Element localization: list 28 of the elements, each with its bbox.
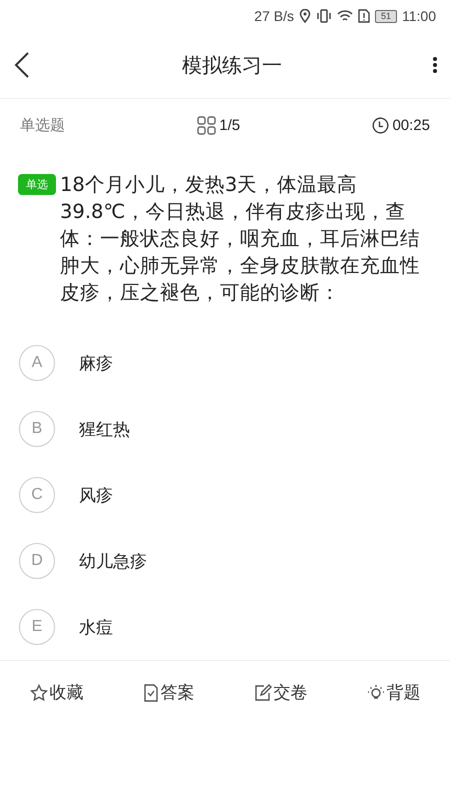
sim-alert-icon bbox=[358, 9, 370, 23]
clock-time: 11:00 bbox=[402, 8, 436, 24]
option-text[interactable]: 幼儿急疹 bbox=[79, 550, 147, 572]
grid-icon[interactable] bbox=[197, 116, 216, 134]
option-text[interactable]: 风疹 bbox=[79, 484, 113, 506]
more-icon[interactable] bbox=[432, 56, 438, 74]
question-type: 单选题 bbox=[20, 116, 65, 134]
network-speed: 27 B/s bbox=[254, 8, 294, 24]
battery-level: 51 bbox=[375, 10, 397, 22]
question-text: 18个月小儿，发热3天，体温最高39.8℃，今日热退，伴有皮疹出现，查体：一般状态良好，咽充血，耳后淋巴结肿大，心肺无异常，全身皮肤散在充血性皮疹，压之褪色，可能的诊断： bbox=[60, 172, 421, 306]
vibrate-icon bbox=[316, 9, 332, 23]
toolbar-button[interactable]: 收藏 bbox=[26, 677, 88, 708]
toolbar-button[interactable]: 答案 bbox=[138, 677, 198, 708]
toolbar-button[interactable]: 背题 bbox=[362, 677, 424, 708]
checkbox-icon bbox=[142, 684, 158, 702]
star-icon bbox=[30, 684, 48, 702]
option-text[interactable]: 猩红热 bbox=[79, 418, 130, 440]
location-icon bbox=[299, 9, 311, 23]
lightbulb-icon bbox=[366, 684, 384, 702]
wifi-icon bbox=[337, 9, 353, 23]
page-title: 模拟练习一 bbox=[182, 52, 282, 78]
edit-icon bbox=[254, 684, 272, 702]
option-text[interactable]: 水痘 bbox=[79, 616, 113, 638]
question-type-badge: 单选 bbox=[18, 174, 56, 195]
option-text[interactable]: 麻疹 bbox=[79, 352, 113, 374]
clock-icon bbox=[372, 116, 390, 134]
timer: 00:25 bbox=[392, 116, 430, 134]
toolbar-button[interactable]: 交卷 bbox=[250, 677, 312, 708]
